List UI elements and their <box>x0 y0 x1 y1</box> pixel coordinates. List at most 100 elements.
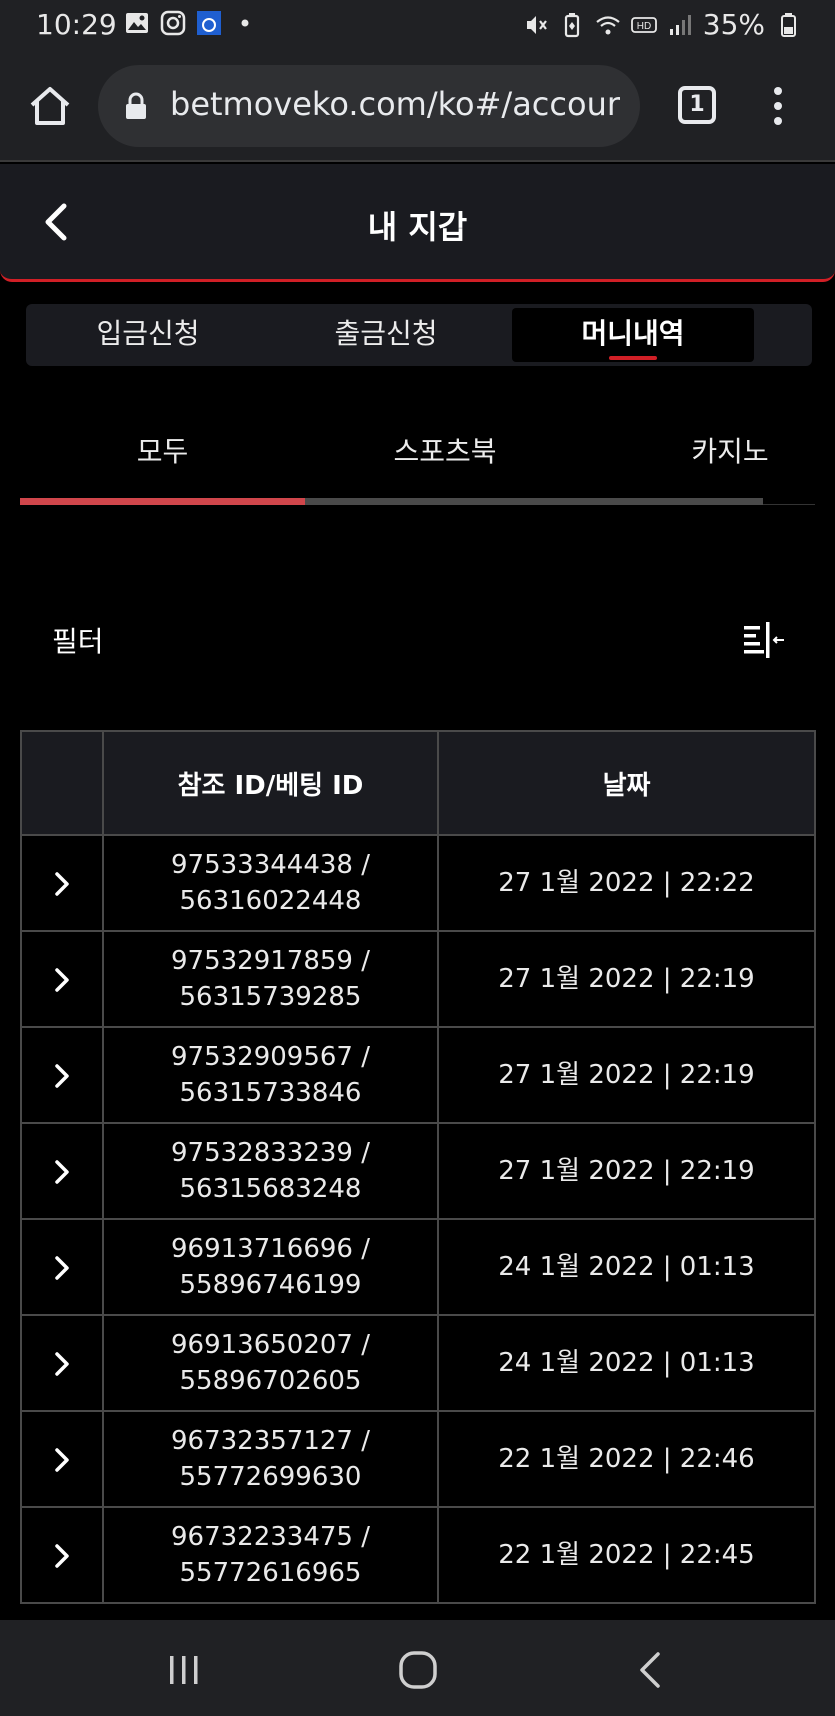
date-cell: 27 1월 2022 | 22:19 <box>437 1026 816 1124</box>
table-row[interactable]: 96732357127 / 55772699630 22 1월 2022 | 22… <box>20 1410 816 1508</box>
home-nav-icon[interactable] <box>396 1648 440 1692</box>
bet-id: 55896746199 <box>179 1270 362 1300</box>
home-icon[interactable] <box>28 84 72 128</box>
chevron-right-icon[interactable] <box>52 1158 72 1186</box>
bet-id: 56315683248 <box>179 1174 362 1204</box>
chevron-right-icon[interactable] <box>52 1542 72 1570</box>
app-header: 내 지갑 <box>0 164 835 282</box>
table-row[interactable]: 97532833239 / 56315683248 27 1월 2022 | 22… <box>20 1122 816 1220</box>
table-row[interactable]: 96732233475 / 55772616965 22 1월 2022 | 22… <box>20 1506 816 1604</box>
date-cell: 22 1월 2022 | 22:45 <box>437 1506 816 1604</box>
date-cell: 27 1월 2022 | 22:19 <box>437 930 816 1028</box>
ref-id: 96732233475 / <box>171 1522 370 1552</box>
header-ref-id: 참조 ID/베팅 ID <box>102 730 439 836</box>
status-time: 10:29 <box>36 8 117 41</box>
ref-id-cell: 96913716696 / 55896746199 <box>102 1218 439 1316</box>
ref-id-cell: 97532917859 / 56315739285 <box>102 930 439 1028</box>
address-bar[interactable]: betmoveko.com/ko#/accour <box>98 65 640 147</box>
ref-id-cell: 97532833239 / 56315683248 <box>102 1122 439 1220</box>
chevron-right-icon[interactable] <box>52 1446 72 1474</box>
subtab-casino[interactable]: 카지노 <box>655 430 805 470</box>
table-row[interactable]: 97532909567 / 56315733846 27 1월 2022 | 22… <box>20 1026 816 1124</box>
ref-id: 97532833239 / <box>171 1138 370 1168</box>
subtab-active-indicator <box>20 498 305 505</box>
bet-id: 56315733846 <box>179 1078 362 1108</box>
system-nav-bar <box>0 1620 835 1716</box>
expand-cell[interactable] <box>20 834 104 932</box>
notification-icons <box>124 10 258 36</box>
bet-id: 55772699630 <box>179 1462 362 1492</box>
ref-id: 96913650207 / <box>171 1330 370 1360</box>
date-cell: 27 1월 2022 | 22:22 <box>437 834 816 932</box>
filter-label: 필터 <box>52 625 104 658</box>
bet-id: 56316022448 <box>179 886 362 916</box>
app-icon <box>197 11 221 35</box>
tab-withdrawal-request[interactable]: 출금신청 <box>266 308 506 362</box>
expand-cell[interactable] <box>20 1026 104 1124</box>
tab-money-history-label: 머니내역 <box>581 317 685 350</box>
chevron-right-icon[interactable] <box>52 966 72 994</box>
gallery-icon <box>126 13 148 33</box>
date-cell: 24 1월 2022 | 01:13 <box>437 1218 816 1316</box>
active-tab-indicator <box>609 356 657 360</box>
money-history-table: 참조 ID/베팅 ID 날짜 97533344438 / 56316022448 … <box>20 730 816 1604</box>
subtab-all[interactable]: 모두 <box>80 430 245 470</box>
date-cell: 22 1월 2022 | 22:46 <box>437 1410 816 1508</box>
ref-id-cell: 96732233475 / 55772616965 <box>102 1506 439 1604</box>
system-status: HD 35% <box>523 8 801 41</box>
instagram-icon <box>160 10 186 36</box>
browser-toolbar: betmoveko.com/ko#/accour 1 <box>0 50 835 162</box>
signal-icon <box>669 14 691 35</box>
expand-cell[interactable] <box>20 1410 104 1508</box>
ref-id: 97532909567 / <box>171 1042 370 1072</box>
ref-id: 96732357127 / <box>171 1426 370 1456</box>
table-header-row: 참조 ID/베팅 ID 날짜 <box>20 730 816 836</box>
page-title: 내 지갑 <box>367 208 468 246</box>
recent-apps-icon[interactable] <box>162 1648 206 1692</box>
header-expand <box>20 730 104 836</box>
chevron-right-icon[interactable] <box>52 1254 72 1282</box>
ref-id-cell: 97533344438 / 56316022448 <box>102 834 439 932</box>
status-bar: 10:29 HD 35% <box>0 0 835 50</box>
table-row[interactable]: 96913650207 / 55896702605 24 1월 2022 | 01… <box>20 1314 816 1412</box>
main-tabs: 입금신청 출금신청 머니내역 <box>26 304 812 366</box>
expand-cell[interactable] <box>20 930 104 1028</box>
ref-id: 97532917859 / <box>171 946 370 976</box>
table-row[interactable]: 97532917859 / 56315739285 27 1월 2022 | 22… <box>20 930 816 1028</box>
url-text[interactable]: betmoveko.com/ko#/accour <box>170 85 620 123</box>
ref-id-cell: 96913650207 / 55896702605 <box>102 1314 439 1412</box>
ref-id: 96913716696 / <box>171 1234 370 1264</box>
expand-cell[interactable] <box>20 1218 104 1316</box>
ref-id: 97533344438 / <box>171 850 370 880</box>
mute-icon <box>526 15 547 34</box>
header-date: 날짜 <box>437 730 816 836</box>
battery-icon <box>781 12 796 37</box>
tab-switcher-button[interactable]: 1 <box>678 86 716 124</box>
subtab-sportsbook[interactable]: 스포츠북 <box>360 430 530 470</box>
hd-icon: HD <box>630 16 657 33</box>
chevron-right-icon[interactable] <box>52 870 72 898</box>
date-cell: 24 1월 2022 | 01:13 <box>437 1314 816 1412</box>
expand-cell[interactable] <box>20 1122 104 1220</box>
back-nav-icon[interactable] <box>630 1648 674 1692</box>
tab-money-history[interactable]: 머니내역 <box>512 308 754 362</box>
battery-percentage: 35% <box>702 8 765 41</box>
table-row[interactable]: 96913716696 / 55896746199 24 1월 2022 | 01… <box>20 1218 816 1316</box>
bet-id: 55772616965 <box>179 1558 362 1588</box>
chevron-right-icon[interactable] <box>52 1350 72 1378</box>
battery-saver-icon <box>564 12 579 37</box>
table-row[interactable]: 97533344438 / 56316022448 27 1월 2022 | 22… <box>20 834 816 932</box>
tab-deposit-request[interactable]: 입금신청 <box>30 308 266 362</box>
expand-cell[interactable] <box>20 1314 104 1412</box>
ref-id-cell: 97532909567 / 56315733846 <box>102 1026 439 1124</box>
dot-icon <box>241 19 249 27</box>
bet-id: 55896702605 <box>179 1366 362 1396</box>
expand-cell[interactable] <box>20 1506 104 1604</box>
chevron-right-icon[interactable] <box>52 1062 72 1090</box>
wifi-icon <box>596 15 620 34</box>
filter-toggle-icon[interactable] <box>742 620 786 660</box>
date-cell: 27 1월 2022 | 22:19 <box>437 1122 816 1220</box>
bet-id: 56315739285 <box>179 982 362 1012</box>
more-options-icon[interactable] <box>770 84 786 128</box>
subtab-divider <box>763 504 815 505</box>
